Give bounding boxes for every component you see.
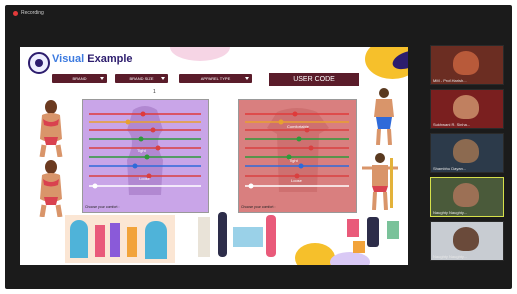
- avatar: [453, 139, 479, 163]
- participant-tile[interactable]: Naughty Naughty...: [430, 221, 504, 261]
- apparel-type-dropdown-label: APPAREL TYPE: [200, 76, 231, 81]
- tag-loose: Loose: [291, 178, 303, 183]
- participant-tile-active-speaker[interactable]: Naughty Naughty...: [430, 177, 504, 217]
- avatar: [453, 227, 479, 251]
- chevron-down-icon: [245, 77, 249, 80]
- brand-dropdown[interactable]: BRAND: [52, 74, 107, 83]
- chevron-down-icon: [161, 77, 165, 80]
- participant-tile[interactable]: Shambhu Dayan...: [430, 133, 504, 173]
- brand-dropdown-label: BRAND: [72, 76, 87, 81]
- tag-tight: Tight: [289, 158, 299, 163]
- participant-name: Sukhwani R. Sinha...: [433, 122, 471, 127]
- decor-shape: [170, 47, 230, 61]
- measure-figure-icon: [362, 153, 398, 210]
- fit-panel-male: Comfortable Tight Loose Choose your comf…: [238, 99, 357, 213]
- fit-sliders: Tight Loose: [89, 106, 201, 195]
- fit-panel-female: Tight Loose Choose your comfort :: [82, 99, 209, 213]
- participant-name: Naughty Naughty...: [433, 210, 467, 215]
- fit-sliders: Comfortable Tight Loose: [245, 108, 349, 192]
- tag-loose: Loose: [139, 176, 151, 181]
- slide-title: Visual Example: [52, 53, 133, 65]
- decor-shape: [295, 243, 335, 265]
- comfort-label: Choose your comfort :: [85, 205, 120, 209]
- logo-mark: [35, 59, 43, 67]
- logo: [28, 52, 50, 74]
- title-word-example: Example: [87, 53, 133, 65]
- avatar: [453, 183, 479, 207]
- body-figure-icon: [39, 160, 63, 217]
- recording-label: Recording: [21, 10, 44, 16]
- store-illustration: [65, 215, 175, 263]
- participant-name: Shambhu Dayan...: [433, 166, 467, 171]
- tag-tight: Tight: [137, 148, 147, 153]
- shopping-illustration: [188, 207, 288, 263]
- record-icon: [13, 10, 18, 16]
- shared-screen: Visual Example BRAND BRAND SIZE APPAREL …: [20, 47, 408, 265]
- recording-indicator: Recording: [13, 10, 44, 16]
- participant-tile[interactable]: MM - Prof.Harish...: [430, 45, 504, 85]
- avatar: [453, 51, 479, 75]
- page-number: 1: [153, 89, 156, 95]
- apparel-type-dropdown[interactable]: APPAREL TYPE: [179, 74, 252, 83]
- dresses-illustration: [345, 215, 405, 255]
- participant-tile[interactable]: Sukhwani R. Sinha...: [430, 89, 504, 129]
- avatar: [453, 95, 479, 119]
- brand-size-dropdown[interactable]: BRAND SIZE: [115, 74, 168, 83]
- tag-comfortable: Comfortable: [287, 124, 310, 129]
- man-figure-icon: [374, 88, 394, 145]
- participant-name: Naughty Naughty...: [433, 254, 467, 259]
- user-code-field[interactable]: USER CODE: [269, 73, 359, 86]
- meeting-window: Recording Visual Example BRAND BRAND SIZ…: [5, 5, 512, 289]
- chevron-down-icon: [100, 77, 104, 80]
- brand-size-dropdown-label: BRAND SIZE: [129, 76, 154, 81]
- title-word-visual: Visual: [52, 53, 85, 65]
- participant-name: MM - Prof.Harish...: [433, 78, 467, 83]
- body-figure-icon: [39, 100, 63, 157]
- screen: Recording Visual Example BRAND BRAND SIZ…: [0, 0, 517, 294]
